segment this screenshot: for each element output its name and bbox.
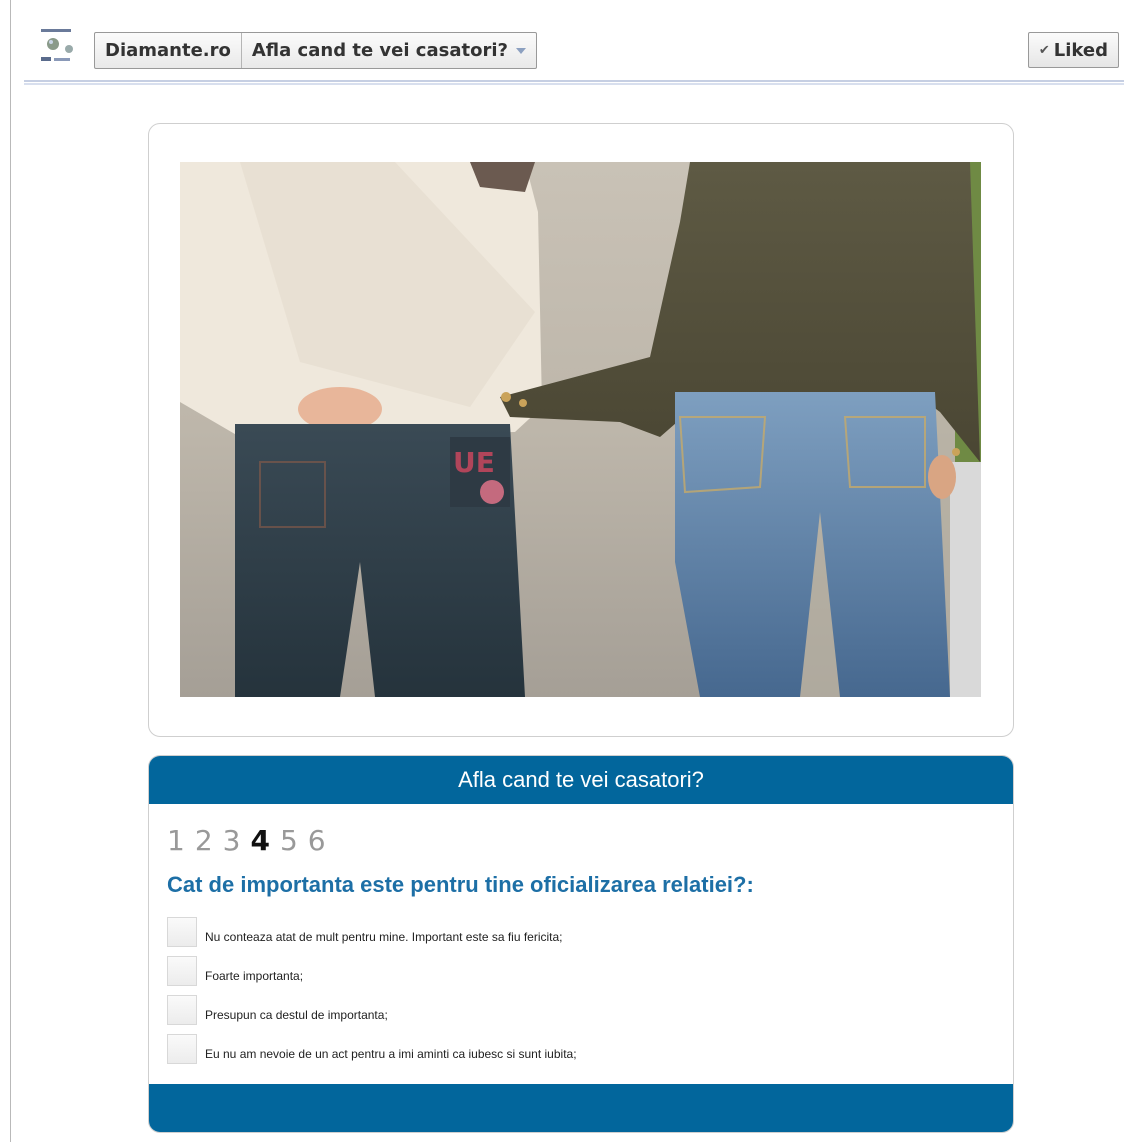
breadcrumb-page-label: Diamante.ro: [105, 40, 231, 61]
svg-text:UE: UE: [453, 446, 495, 479]
question-text: Cat de importanta este pentru tine ofici…: [167, 872, 754, 897]
breadcrumb-page-link[interactable]: Diamante.ro: [95, 33, 241, 68]
answer-option[interactable]: Presupun ca destul de importanta;: [167, 990, 995, 1029]
answer-label: Presupun ca destul de importanta;: [205, 1007, 388, 1022]
step-navigation: 1 2 3 4 5 6: [167, 822, 995, 858]
check-icon: ✔: [1038, 42, 1050, 58]
answer-label: Foarte importanta;: [205, 968, 304, 983]
step-1[interactable]: 1: [167, 824, 185, 857]
chevron-down-icon: [515, 47, 526, 54]
step-5[interactable]: 5: [280, 824, 298, 857]
answer-option[interactable]: Nu conteaza atat de mult pentru mine. Im…: [167, 912, 995, 951]
page-logo-icon[interactable]: [37, 27, 85, 69]
page-header: Diamante.ro Afla cand te vei casatori? ✔…: [18, 0, 1124, 88]
quiz-body: 1 2 3 4 5 6 Cat de importanta este pentr…: [149, 804, 1013, 1068]
photo-card: UE: [148, 123, 1014, 737]
quiz-panel: Afla cand te vei casatori? 1 2 3 4 5 6 C…: [148, 755, 1014, 1133]
answer-label: Nu conteaza atat de mult pentru mine. Im…: [205, 929, 563, 944]
step-6[interactable]: 6: [308, 824, 326, 857]
answer-checkbox[interactable]: [167, 994, 197, 1025]
answer-checkbox[interactable]: [167, 1033, 197, 1064]
left-border: [10, 0, 11, 1142]
step-2[interactable]: 2: [195, 824, 213, 857]
quiz-title: Afla cand te vei casatori?: [458, 767, 704, 792]
answer-options: Nu conteaza atat de mult pentru mine. Im…: [167, 912, 995, 1068]
answer-checkbox[interactable]: [167, 955, 197, 986]
answer-label: Eu nu am nevoie de un act pentru a imi a…: [205, 1046, 577, 1061]
header-divider: [24, 80, 1124, 85]
breadcrumb-app-label: Afla cand te vei casatori?: [251, 40, 508, 61]
breadcrumb-app-dropdown[interactable]: Afla cand te vei casatori?: [240, 33, 536, 68]
liked-button[interactable]: ✔ Liked: [1027, 32, 1119, 68]
couple-photo: UE: [180, 162, 981, 697]
step-4-current[interactable]: 4: [250, 824, 269, 857]
answer-option[interactable]: Eu nu am nevoie de un act pentru a imi a…: [167, 1029, 995, 1068]
step-3[interactable]: 3: [223, 824, 241, 857]
answer-option[interactable]: Foarte importanta;: [167, 951, 995, 990]
liked-label: Liked: [1053, 39, 1108, 61]
answer-checkbox[interactable]: [167, 916, 197, 947]
quiz-footer-bar: [149, 1084, 1013, 1132]
quiz-title-bar: Afla cand te vei casatori?: [149, 756, 1013, 804]
breadcrumb: Diamante.ro Afla cand te vei casatori?: [94, 32, 537, 69]
